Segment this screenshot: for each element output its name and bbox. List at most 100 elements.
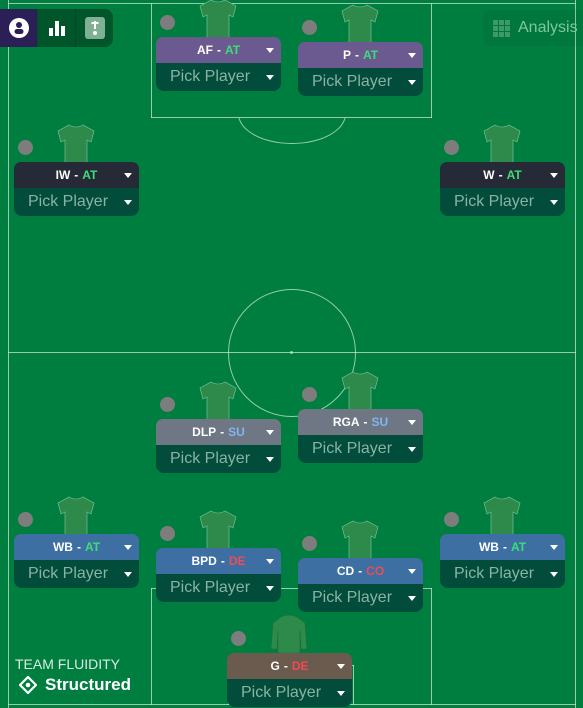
player-status-dot: [231, 631, 246, 646]
position-slot-bpd: BPD - DE Pick Player: [156, 510, 281, 602]
role-duty: DE: [228, 554, 246, 568]
player-status-dot: [18, 512, 33, 527]
role-name: G: [270, 659, 280, 673]
player-status-dot: [160, 526, 175, 541]
position-slot-af: AF - AT Pick Player: [156, 0, 281, 91]
chevron-down-icon: [550, 572, 558, 577]
chevron-down-icon: [124, 200, 132, 205]
role-duty: AT: [510, 540, 527, 554]
role-separator: -: [358, 564, 363, 578]
pick-player-label: Pick Player: [312, 440, 393, 457]
bar-chart-icon: [48, 21, 65, 36]
role-duty: CO: [366, 564, 385, 578]
pick-player-dropdown[interactable]: Pick Player: [156, 445, 281, 473]
role-duty: AT: [224, 43, 241, 57]
instruction-icon: [84, 17, 105, 39]
analysis-label: Analysis: [518, 19, 578, 36]
team-fluidity: TEAM FLUIDITY Structured: [15, 656, 131, 695]
role-name: DLP: [192, 425, 217, 439]
pick-player-label: Pick Player: [241, 684, 322, 701]
role-selector[interactable]: P - AT: [298, 42, 423, 68]
role-duty: AT: [82, 168, 98, 182]
diamond-icon: [19, 676, 37, 694]
chevron-down-icon: [124, 545, 132, 550]
position-slot-g: G - DE Pick Player: [227, 614, 352, 707]
role-selector[interactable]: WB - AT: [14, 534, 139, 560]
role-name: W: [483, 168, 495, 182]
chevron-down-icon: [266, 75, 274, 80]
player-status-dot: [302, 536, 317, 551]
role-selector[interactable]: W - AT: [440, 162, 565, 188]
player-status-dot: [302, 20, 317, 35]
pick-player-dropdown[interactable]: Pick Player: [14, 560, 139, 588]
stats-button[interactable]: [38, 9, 76, 47]
role-name: WB: [478, 540, 499, 554]
role-selector[interactable]: G - DE: [227, 653, 352, 679]
role-name: AF: [196, 43, 213, 57]
role-name: P: [342, 48, 351, 62]
role-selector[interactable]: AF - AT: [156, 37, 281, 63]
analysis-button[interactable]: Analysis: [483, 10, 583, 46]
role-separator: -: [220, 554, 225, 568]
role-selector[interactable]: WB - AT: [440, 534, 565, 560]
player-status-dot: [444, 512, 459, 527]
fluidity-value-text: Structured: [45, 675, 131, 694]
role-separator: -: [76, 540, 81, 554]
chevron-down-icon: [124, 572, 132, 577]
role-duty: AT: [506, 168, 522, 182]
instructions-button[interactable]: [76, 9, 113, 47]
position-slot-cd: CD - CO Pick Player: [298, 520, 423, 612]
role-separator: -: [283, 659, 288, 673]
position-slot-rga: RGA - SU Pick Player: [298, 371, 423, 463]
six-yard-right: [353, 665, 354, 705]
pick-player-dropdown[interactable]: Pick Player: [298, 435, 423, 463]
shirt-icon: [341, 520, 379, 560]
pick-player-dropdown[interactable]: Pick Player: [440, 560, 565, 588]
role-selector[interactable]: CD - CO: [298, 558, 423, 584]
pick-player-dropdown[interactable]: Pick Player: [227, 679, 352, 707]
role-separator: -: [220, 425, 225, 439]
position-slot-w: W - AT Pick Player: [440, 124, 565, 216]
pick-player-dropdown[interactable]: Pick Player: [298, 584, 423, 612]
chevron-down-icon: [550, 545, 558, 550]
pick-player-label: Pick Player: [312, 589, 393, 606]
role-selector[interactable]: BPD - DE: [156, 548, 281, 574]
player-profile-icon: [8, 18, 29, 38]
role-separator: -: [363, 415, 368, 429]
pick-player-dropdown[interactable]: Pick Player: [298, 68, 423, 96]
role-separator: -: [502, 540, 507, 554]
role-separator: -: [216, 43, 221, 57]
pitch-left-touchline: [8, 0, 9, 708]
chevron-down-icon: [266, 457, 274, 462]
role-separator: -: [498, 168, 503, 182]
position-slot-wbl: WB - AT Pick Player: [14, 496, 139, 588]
role-duty: AT: [362, 48, 379, 62]
bottom-box-right: [431, 588, 432, 705]
player-profile-button[interactable]: [0, 9, 38, 47]
role-selector[interactable]: RGA - SU: [298, 409, 423, 435]
chevron-down-icon: [408, 569, 416, 574]
role-name: RGA: [332, 415, 360, 429]
pick-player-label: Pick Player: [170, 450, 251, 467]
top-box-bottom: [151, 117, 432, 118]
chevron-down-icon: [266, 559, 274, 564]
role-selector[interactable]: DLP - SU: [156, 419, 281, 445]
role-duty: SU: [371, 415, 389, 429]
role-selector[interactable]: IW - AT: [14, 162, 139, 188]
role-name: IW: [55, 168, 71, 182]
pick-player-label: Pick Player: [170, 68, 251, 85]
chevron-down-icon: [337, 691, 345, 696]
pitch: [0, 0, 583, 708]
role-name: BPD: [191, 554, 217, 568]
position-slot-wbr: WB - AT Pick Player: [440, 496, 565, 588]
shirt-icon: [341, 371, 379, 411]
pick-player-dropdown[interactable]: Pick Player: [156, 63, 281, 91]
shirt-icon: [199, 381, 237, 421]
pick-player-dropdown[interactable]: Pick Player: [14, 188, 139, 216]
chevron-down-icon: [337, 664, 345, 669]
chevron-down-icon: [408, 447, 416, 452]
pick-player-dropdown[interactable]: Pick Player: [156, 574, 281, 602]
player-status-dot: [18, 140, 33, 155]
pick-player-dropdown[interactable]: Pick Player: [440, 188, 565, 216]
chevron-down-icon: [550, 173, 558, 178]
